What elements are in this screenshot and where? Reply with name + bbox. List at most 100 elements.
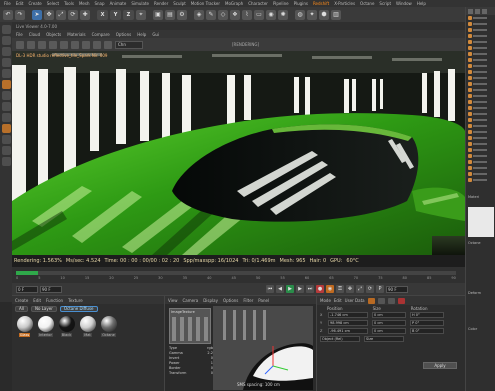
- end-frame-field[interactable]: 90 F: [386, 285, 408, 293]
- node-menu-view[interactable]: View: [168, 298, 178, 303]
- play-icon[interactable]: ▶: [286, 285, 294, 293]
- lock-icon[interactable]: [367, 297, 375, 304]
- script-icon[interactable]: ✦: [307, 9, 317, 20]
- deformer-icon[interactable]: ⌇: [242, 9, 252, 20]
- scale-tool-icon[interactable]: ⤢: [56, 9, 66, 20]
- restart-render-icon[interactable]: [27, 40, 35, 49]
- polygons-mode-icon[interactable]: [1, 91, 11, 100]
- menu-tools[interactable]: Tools: [64, 1, 74, 6]
- render-viewport[interactable]: DL-3 HDR studio reflective_tile_Spark Ni…: [12, 51, 465, 255]
- camera-icon[interactable]: ◉: [266, 9, 276, 20]
- focus-picker-icon[interactable]: [104, 40, 112, 49]
- layout-icon[interactable]: ▥: [331, 9, 341, 20]
- viewer-menu-options[interactable]: Options: [116, 32, 131, 37]
- menu-mesh[interactable]: Mesh: [79, 1, 90, 6]
- workplane-icon[interactable]: [1, 58, 11, 67]
- current-frame-field[interactable]: 90 F: [40, 285, 62, 293]
- material-menu-function[interactable]: Function: [46, 298, 63, 303]
- axis-mode-icon[interactable]: [1, 102, 11, 111]
- size-field[interactable]: 0 cm: [372, 320, 406, 326]
- material-item[interactable]: Octane: [100, 316, 117, 337]
- position-field[interactable]: 98.998 cm: [328, 320, 368, 326]
- x-axis-toggle[interactable]: X: [97, 9, 108, 20]
- floor-icon[interactable]: ▭: [254, 9, 264, 20]
- rotation-field[interactable]: B 0°: [410, 328, 444, 334]
- menu-window[interactable]: Window: [396, 1, 412, 6]
- node-menu-camera[interactable]: Camera: [183, 298, 199, 303]
- menu-snap[interactable]: Snap: [94, 1, 104, 6]
- edges-mode-icon[interactable]: [1, 80, 11, 89]
- light-icon[interactable]: ✺: [278, 9, 288, 20]
- clay-mode-icon[interactable]: [82, 40, 90, 49]
- viewer-menu-gui[interactable]: Gui: [152, 32, 159, 37]
- viewer-menu-materials[interactable]: Materials: [67, 32, 85, 37]
- close-panel-icon[interactable]: [397, 297, 405, 304]
- apply-button[interactable]: Apply: [423, 362, 457, 369]
- rotation-key-icon[interactable]: ⟳: [366, 285, 374, 293]
- subdivision-icon[interactable]: ◇: [218, 9, 228, 20]
- cube-object-icon[interactable]: ◈: [194, 9, 204, 20]
- goto-start-icon[interactable]: ⏮: [266, 285, 274, 293]
- timeline[interactable]: 0 5 10 15 20 25 30 35 40 45 50 55 60 65 70 75 80 85 90: [12, 267, 465, 283]
- node-menu-filter[interactable]: Filter: [243, 298, 253, 303]
- undo-icon[interactable]: ↶: [3, 9, 13, 20]
- history-back-icon[interactable]: [377, 297, 385, 304]
- menu-edit[interactable]: Edit: [16, 1, 24, 6]
- rotation-field[interactable]: H 0°: [410, 312, 444, 318]
- send-scene-icon[interactable]: [16, 40, 24, 49]
- node-menu-options[interactable]: Options: [223, 298, 238, 303]
- render-picture-viewer-icon[interactable]: ▤: [165, 9, 175, 20]
- material-item[interactable]: Black: [58, 316, 75, 337]
- planar-workplane-icon[interactable]: [1, 146, 11, 155]
- attr-menu-mode[interactable]: Mode: [320, 298, 331, 303]
- new-object-icon[interactable]: ✚: [80, 9, 90, 20]
- material-menu-texture[interactable]: Texture: [68, 298, 83, 303]
- size-field[interactable]: 0 cm: [372, 312, 406, 318]
- menu-render[interactable]: Render: [154, 1, 168, 6]
- goto-end-icon[interactable]: ⏭: [306, 285, 314, 293]
- viewer-menu-cloud[interactable]: Cloud: [29, 32, 40, 37]
- material-filter-chip[interactable]: All: [15, 305, 28, 312]
- plugin-icon[interactable]: ⬢: [319, 9, 329, 20]
- record-icon[interactable]: ●: [316, 285, 324, 293]
- channel-select[interactable]: Chn: [115, 40, 143, 49]
- file-menu-icon[interactable]: [468, 8, 473, 14]
- octane-icon[interactable]: ◍: [295, 9, 305, 20]
- stop-render-icon[interactable]: [38, 40, 46, 49]
- menu-animate[interactable]: Animate: [110, 1, 127, 6]
- menu-script[interactable]: Script: [379, 1, 391, 6]
- material-item[interactable]: Glass: [16, 316, 33, 337]
- lock-resolution-icon[interactable]: [71, 40, 79, 49]
- viewer-menu-objects[interactable]: Objects: [46, 32, 61, 37]
- redo-icon[interactable]: ↷: [15, 9, 25, 20]
- attr-menu-edit[interactable]: Edit: [334, 298, 342, 303]
- y-axis-toggle[interactable]: Y: [110, 9, 121, 20]
- menu-create[interactable]: Create: [28, 1, 41, 6]
- menu-motion-tracker[interactable]: Motion Tracker: [191, 1, 220, 6]
- rotation-field[interactable]: P 0°: [410, 320, 444, 326]
- material-item[interactable]: Mat: [79, 316, 96, 337]
- pick-material-icon[interactable]: [93, 40, 101, 49]
- edit-menu-icon[interactable]: [475, 8, 480, 14]
- image-texture-node[interactable]: ImageTexture: [169, 308, 211, 344]
- material-item[interactable]: Interior: [37, 316, 54, 337]
- menu-sculpt[interactable]: Sculpt: [173, 1, 186, 6]
- points-mode-icon[interactable]: [1, 69, 11, 78]
- region-render-icon[interactable]: [60, 40, 68, 49]
- array-icon[interactable]: ❖: [230, 9, 240, 20]
- tweak-mode-icon[interactable]: [1, 113, 11, 122]
- viewer-menu-compare[interactable]: Compare: [92, 32, 110, 37]
- menu-help[interactable]: Help: [417, 1, 426, 6]
- position-field[interactable]: -1.746 cm: [328, 312, 368, 318]
- scale-key-icon[interactable]: ⤢: [356, 285, 364, 293]
- render-view-icon[interactable]: ▣: [153, 9, 163, 20]
- menu-file[interactable]: File: [4, 1, 11, 6]
- material-preview[interactable]: SMS spacing: 100 cm: [213, 306, 313, 390]
- material-filter-chip[interactable]: Octane Diffuse: [59, 305, 98, 312]
- menu-plugins[interactable]: Plugins: [294, 1, 308, 6]
- snap-icon[interactable]: [1, 124, 11, 133]
- menu-x-particles[interactable]: X-Particles: [334, 1, 355, 6]
- menu-select[interactable]: Select: [47, 1, 59, 6]
- prev-key-icon[interactable]: ◀: [276, 285, 284, 293]
- material-menu-create[interactable]: Create: [15, 298, 28, 303]
